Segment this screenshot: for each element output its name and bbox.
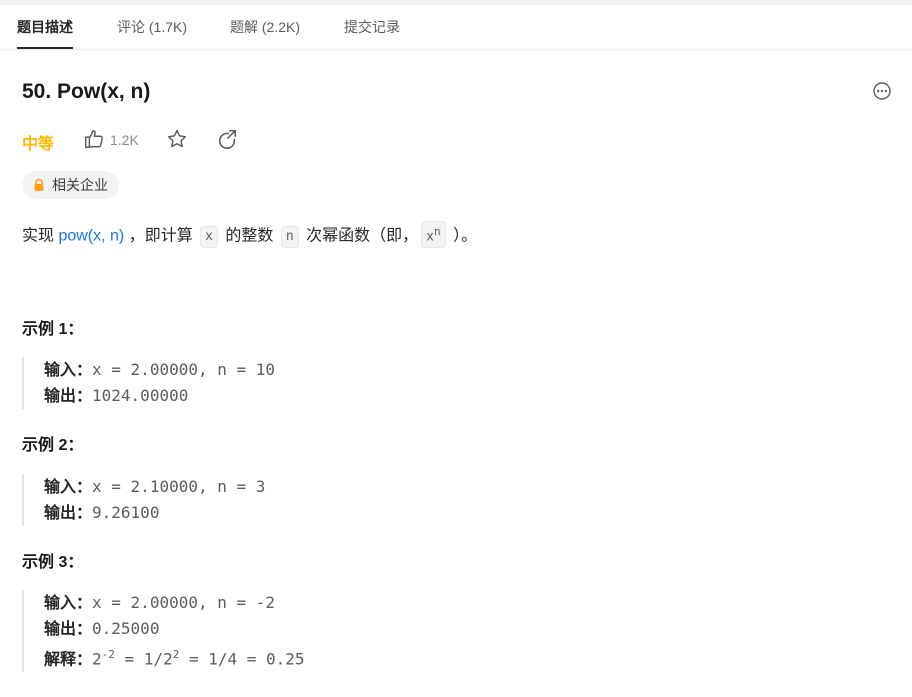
desc-text: 次幂函数（即，	[301, 227, 419, 245]
explain-middle: = 1/2	[114, 649, 173, 669]
input-label: 输入：	[44, 362, 93, 379]
example-3-explain-line: 解释：2-2 = 1/22 = 1/4 = 0.25	[44, 642, 305, 672]
power-base: x	[426, 229, 434, 245]
example-2-input: x = 2.10000, n = 3	[92, 477, 266, 496]
company-tag-label: 相关企业	[52, 177, 108, 193]
inline-code-n: n	[280, 226, 299, 249]
explain-end: = 1/4 = 0.25	[179, 649, 305, 669]
example-3-block: 输入：x = 2.00000, n = -2 输出：0.25000 解释：2-2…	[22, 590, 305, 673]
lock-icon	[34, 178, 44, 191]
explain-label: 解释：	[44, 651, 93, 669]
example-1-title: 示例 1：	[22, 321, 84, 338]
explain-exponent: -2	[101, 648, 115, 661]
example-3-input-line: 输入：x = 2.00000, n = -2	[44, 590, 305, 616]
share-icon[interactable]	[216, 128, 238, 150]
like-count: 1.2K	[110, 132, 139, 148]
tab-solutions[interactable]: 题解 (2.2K)	[230, 5, 300, 49]
example-2-output: 9.26100	[92, 503, 160, 522]
desc-text: ，即计算	[124, 227, 198, 245]
example-2-input-line: 输入：x = 2.10000, n = 3	[44, 474, 265, 500]
star-icon[interactable]	[166, 128, 188, 150]
example-2-title: 示例 2：	[22, 437, 84, 454]
output-label: 输出：	[44, 621, 93, 638]
more-icon[interactable]	[873, 82, 891, 100]
desc-text: ）。	[448, 227, 478, 245]
page-title: 50. Pow(x, n)	[22, 80, 151, 103]
explain-base: 2	[92, 649, 102, 669]
example-3-output: 0.25000	[92, 619, 160, 638]
output-label: 输出：	[44, 505, 93, 522]
problem-description: 实现 pow(x, n) ，即计算 x 的整数 n 次幂函数（即， xn ）。	[22, 221, 477, 249]
power-exponent: n	[434, 225, 441, 238]
tab-bar: 题目描述 评论 (1.7K) 题解 (2.2K) 提交记录	[0, 5, 912, 50]
tab-submissions[interactable]: 提交记录	[344, 5, 400, 49]
thumbs-up-icon[interactable]	[83, 128, 105, 150]
desc-text: 实现	[22, 227, 59, 245]
example-2-output-line: 输出：9.26100	[44, 500, 265, 526]
difficulty-badge: 中等	[22, 136, 55, 153]
example-2-block: 输入：x = 2.10000, n = 3 输出：9.26100	[22, 474, 265, 526]
example-1-output-line: 输出：1024.00000	[44, 383, 275, 409]
input-label: 输入：	[44, 595, 93, 612]
example-1-input-line: 输入：x = 2.00000, n = 10	[44, 357, 275, 383]
tab-comments[interactable]: 评论 (1.7K)	[117, 5, 187, 49]
example-3-title: 示例 3：	[22, 554, 84, 571]
pow-link[interactable]: pow(x, n)	[58, 227, 124, 244]
example-1-output: 1024.00000	[92, 386, 189, 405]
example-3-input: x = 2.00000, n = -2	[92, 593, 276, 612]
input-label: 输入：	[44, 479, 93, 496]
example-3-output-line: 输出：0.25000	[44, 616, 305, 642]
company-tag[interactable]: 相关企业	[22, 171, 119, 199]
desc-text: 的整数	[220, 227, 278, 245]
inline-code-power: xn	[421, 221, 446, 249]
output-label: 输出：	[44, 388, 93, 405]
tab-description[interactable]: 题目描述	[17, 5, 73, 49]
inline-code-x: x	[200, 226, 218, 249]
example-1-input: x = 2.00000, n = 10	[92, 360, 276, 379]
example-1-block: 输入：x = 2.00000, n = 10 输出：1024.00000	[22, 357, 275, 409]
